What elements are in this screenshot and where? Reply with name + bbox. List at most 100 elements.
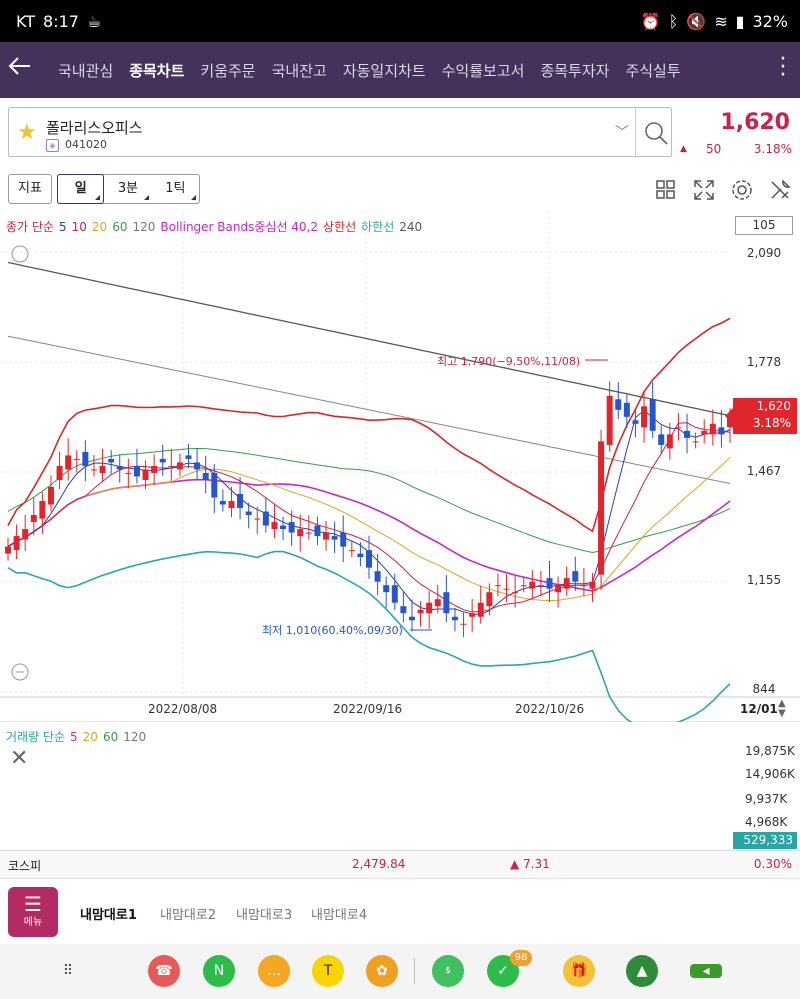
period-1[interactable]: 3분: [104, 175, 151, 203]
candle-body: [426, 602, 433, 614]
candle-body: [434, 599, 441, 607]
nav-tab-5[interactable]: 수익률보고서: [442, 60, 525, 81]
candle-body: [623, 402, 630, 417]
more-menu-icon[interactable]: · · ·: [778, 49, 788, 87]
vol-label-2: 9,937K: [745, 792, 788, 806]
close-icon[interactable]: ✕: [10, 748, 30, 770]
nav-tab-2[interactable]: 키움주문: [200, 60, 255, 81]
vol-label-3: 4,968K: [745, 815, 788, 829]
candle-body: [684, 430, 691, 438]
stock-name: 폴라리스오피스: [46, 119, 143, 137]
index-change: ▲ 7.31: [510, 857, 550, 871]
candle-body: [47, 486, 54, 505]
candle-body: [503, 588, 510, 590]
bollinger-upper-line: [7, 317, 731, 533]
shop-app-icon[interactable]: $: [432, 955, 464, 987]
message-app-icon[interactable]: …: [258, 955, 290, 987]
candle-body: [39, 501, 46, 519]
apps-grid-icon[interactable]: ⠿: [52, 955, 84, 987]
nav-tab-0[interactable]: 국내관심: [58, 60, 113, 81]
candle-body: [520, 585, 527, 587]
candle-body: [383, 585, 390, 593]
favorite-star-icon[interactable]: ★: [17, 120, 37, 145]
candle-body: [176, 462, 183, 470]
candle-body: [288, 522, 295, 533]
menu-label: 메뉴: [23, 917, 43, 928]
candle-body: [99, 465, 106, 473]
dropdown-triangle-icon: [143, 195, 149, 200]
stock-search-box[interactable]: ★ 폴라리스오피스 ◈ 041020 ﹀: [8, 107, 672, 157]
period-0[interactable]: 일: [57, 174, 105, 204]
candle-body: [615, 399, 622, 410]
nav-tab-4[interactable]: 자동일지차트: [343, 60, 426, 81]
phone-app-icon[interactable]: ☎: [148, 955, 180, 987]
candle-body: [692, 441, 699, 443]
candle-body: [237, 493, 244, 509]
nav-tab-7[interactable]: 주식실투: [625, 60, 680, 81]
period-label: 일: [74, 181, 87, 196]
gear-icon[interactable]: [730, 178, 754, 202]
mute-icon: 🔇: [686, 12, 707, 31]
scroll-arrows-icon[interactable]: ▲ ▼: [778, 699, 794, 719]
naver-app-icon[interactable]: N: [203, 955, 235, 987]
settings-app-icon[interactable]: ✿: [366, 955, 398, 987]
candle-body: [151, 465, 158, 473]
vol-legend-item-0: 거래량 단순: [6, 730, 66, 744]
back-key-icon[interactable]: ◂: [690, 964, 722, 978]
tree-icon[interactable]: ▲: [626, 955, 658, 987]
battery-label: 32%: [752, 12, 788, 31]
indicator-button[interactable]: 지표: [8, 174, 52, 204]
candle-body: [254, 518, 261, 520]
candle-body: [159, 458, 166, 463]
dropdown-triangle-icon: [191, 195, 197, 200]
back-arrow-icon[interactable]: [8, 54, 36, 84]
candle-body: [400, 606, 407, 614]
menu-button[interactable]: ☰ 메뉴: [8, 887, 58, 937]
index-value: 2,479.84: [352, 857, 406, 871]
candle-body: [73, 458, 80, 460]
nav-tab-1[interactable]: 종목차트: [129, 60, 184, 81]
nav-tab-6[interactable]: 종목투자자: [540, 60, 609, 81]
period-label: 3분: [117, 181, 139, 196]
candle-body: [529, 581, 536, 589]
x-label-1: 2022/09/16: [333, 702, 403, 716]
candle-body: [443, 592, 450, 614]
gift-icon[interactable]: 🎁: [563, 955, 595, 987]
tab-my-menu-3[interactable]: 내맘대로3: [236, 904, 292, 923]
status-bar: KT 8:17 ☕ ⏰ ᛒ 🔇 ≋ ▮ 32%: [0, 0, 800, 42]
candle-body: [598, 441, 605, 575]
candle-body: [572, 571, 579, 582]
kospi-row[interactable]: 코스피 2,479.84 ▲ 7.31 0.30%: [0, 850, 800, 878]
price-tag-value: 1,620: [756, 399, 791, 413]
divider: [635, 108, 636, 156]
fullscreen-icon[interactable]: [692, 178, 716, 202]
stock-code: 041020: [65, 138, 107, 151]
candle-body: [494, 585, 501, 587]
nav-tab-3[interactable]: 국내잔고: [272, 60, 327, 81]
search-icon[interactable]: [641, 118, 671, 148]
period-selector: 일 3분 1틱: [57, 174, 200, 204]
signal-icon: ▮: [735, 12, 745, 31]
chevron-down-icon[interactable]: ﹀: [615, 122, 629, 142]
candle-body: [606, 395, 613, 445]
candle-body: [537, 585, 544, 587]
period-2[interactable]: 1틱: [152, 175, 199, 203]
candle-body: [314, 525, 321, 537]
ma-20-line: [7, 456, 731, 602]
candle-body: [22, 529, 29, 540]
hamburger-icon: ☰: [24, 892, 42, 916]
kakaotalk-icon[interactable]: T: [312, 955, 344, 987]
tab-my-menu-4[interactable]: 내맘대로4: [311, 904, 367, 923]
tab-my-menu-1[interactable]: 내맘대로1: [80, 904, 137, 923]
candle-body: [632, 420, 639, 424]
y-label-0: 2,090: [746, 246, 782, 260]
up-arrow-icon: ▲: [680, 144, 687, 154]
period-label: 1틱: [165, 181, 186, 196]
tab-my-menu-2[interactable]: 내맘대로2: [160, 904, 216, 923]
grid-layout-icon[interactable]: [654, 178, 678, 202]
candle-body: [460, 623, 467, 625]
candle-body: [65, 455, 72, 470]
candle-body: [666, 434, 673, 449]
price-chart[interactable]: 최고 1,790(−9.50%,11/08) 최저 1,010(60.40%,09…: [0, 212, 800, 722]
tools-icon[interactable]: [768, 178, 792, 202]
